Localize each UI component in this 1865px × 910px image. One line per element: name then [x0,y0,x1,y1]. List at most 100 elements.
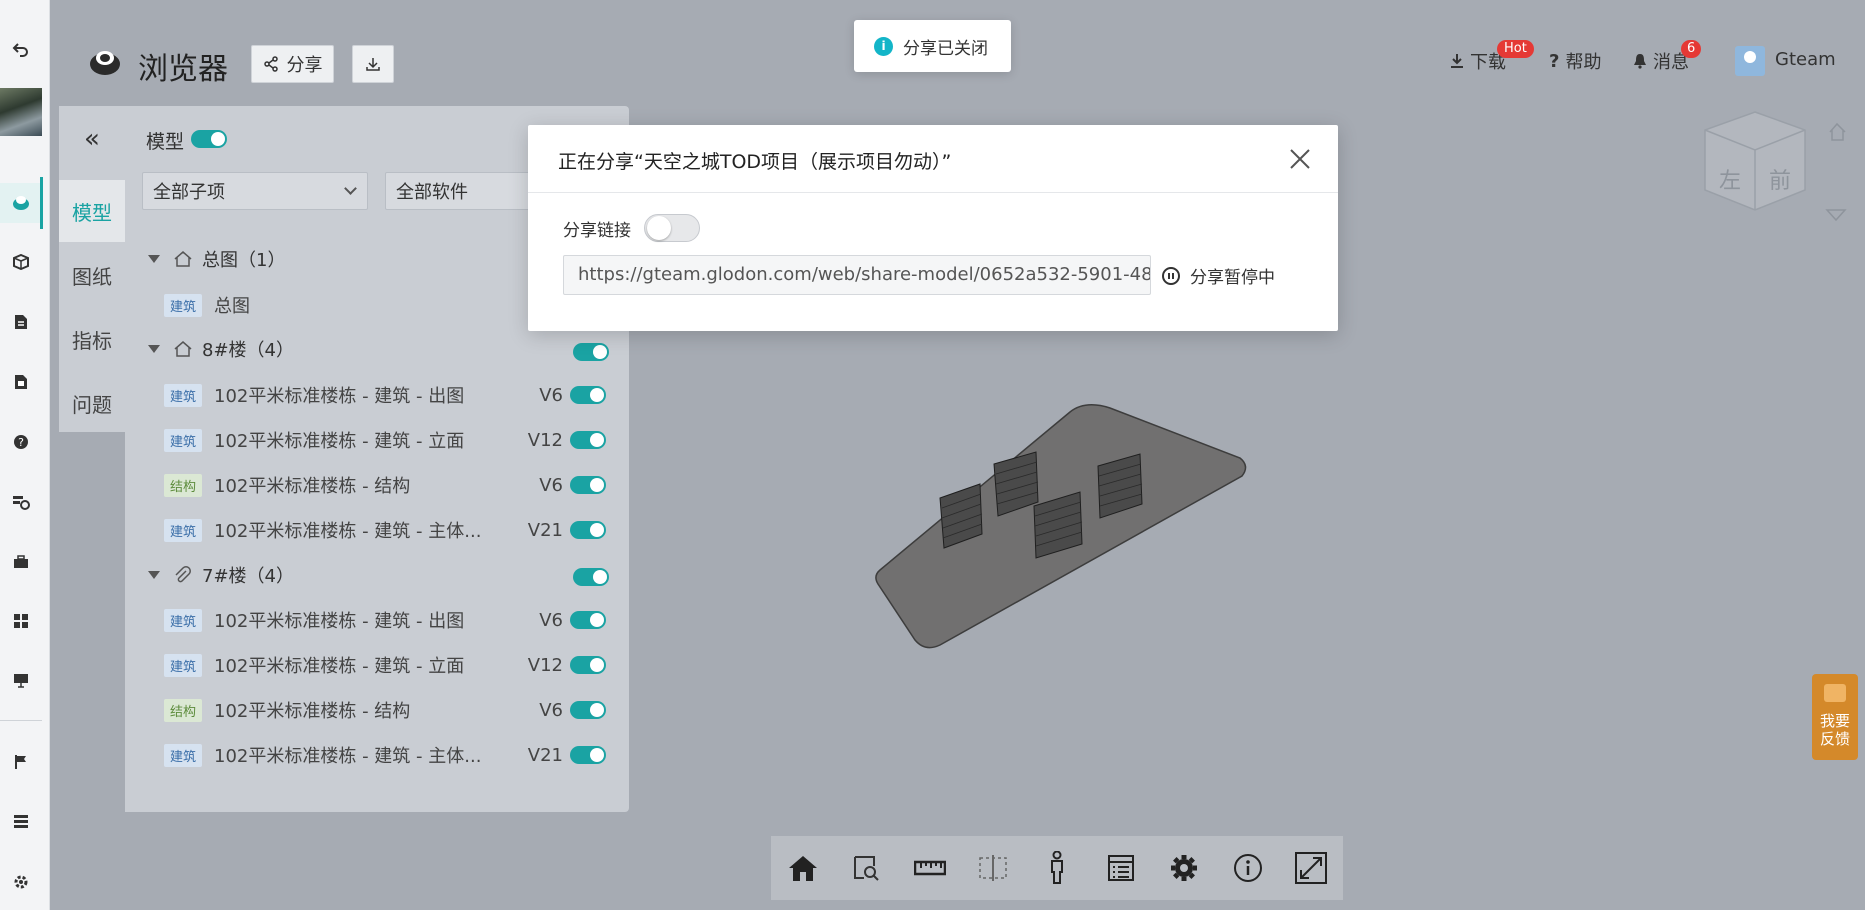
cube-menu-icon[interactable] [1825,209,1847,222]
hot-badge: Hot [1497,40,1534,58]
properties-list-icon[interactable] [1101,848,1141,888]
dialog-title: 正在分享“天空之城TOD项目（展示项目勿动）” [558,151,952,173]
model-name: 102平米标准楼栋 - 建筑 - 主体... [214,521,482,542]
presentation-nav-icon[interactable] [0,660,42,700]
row-toggle[interactable] [570,386,606,404]
toast-message: 分享已关闭 [903,38,988,59]
model-name: 102平米标准楼栋 - 建筑 - 主体... [214,746,482,767]
browser-nav-icon[interactable] [0,183,42,223]
row-toggle[interactable] [570,431,606,449]
settings-list-nav-icon[interactable] [0,482,42,522]
subitem-select-value: 全部子项 [153,182,225,203]
pause-icon [1162,266,1180,285]
row-toggle[interactable] [570,701,606,719]
share-icon [263,56,278,72]
group-header[interactable]: 总图（1） [148,244,285,274]
software-select[interactable]: 全部软件 [385,172,535,210]
version-label: V6 [539,474,563,496]
tab-model[interactable]: 模型 [59,180,125,242]
section-plane-icon[interactable] [973,848,1013,888]
subitem-select[interactable]: 全部子项 [142,172,368,210]
model-name: 102平米标准楼栋 - 建筑 - 出图 [214,611,465,632]
group-toggle[interactable] [573,343,609,361]
share-url-field[interactable]: https://gteam.glodon.com/web/share-model… [563,255,1151,295]
fullscreen-icon[interactable] [1291,848,1331,888]
gear-icon[interactable] [1164,848,1204,888]
zoom-region-icon[interactable] [846,848,886,888]
caret-down-icon [148,571,160,579]
dashboard-nav-icon[interactable] [0,601,42,641]
discipline-tag: 建筑 [164,518,203,542]
question-nav-icon[interactable]: ? [0,422,42,462]
cube-nav-icon[interactable] [0,242,42,282]
list-item[interactable]: 建筑 102平米标准楼栋 - 建筑 - 主体... V21 [164,515,609,545]
back-icon[interactable] [0,30,42,70]
bell-icon [1634,54,1646,69]
software-select-value: 全部软件 [396,182,468,203]
row-toggle[interactable] [570,476,606,494]
list-item[interactable]: 建筑 102平米标准楼栋 - 建筑 - 主体... V21 [164,740,609,770]
home-icon[interactable] [783,848,823,888]
messages-badge: 6 [1681,40,1702,58]
group-name: 7#楼（4） [202,566,294,587]
list-item[interactable]: 建筑 102平米标准楼栋 - 建筑 - 出图 V6 [164,380,609,410]
caret-down-icon [148,345,160,353]
gear-nav-icon[interactable] [0,862,42,902]
brand-logo-icon [90,51,120,75]
version-label: V6 [539,699,563,721]
dialog-header: 正在分享“天空之城TOD项目（展示项目勿动）” [528,125,1338,193]
list-item[interactable]: 结构 102平米标准楼栋 - 结构 V6 [164,695,609,725]
help-link[interactable]: ? 帮助 [1549,48,1601,74]
row-toggle[interactable] [570,521,606,539]
model-name: 102平米标准楼栋 - 结构 [214,476,411,497]
view-cube[interactable]: 左 前 [1695,110,1855,230]
info-icon[interactable] [1228,848,1268,888]
project-thumbnail[interactable] [0,88,42,136]
version-label: V12 [527,429,563,451]
list-item[interactable]: 建筑 102平米标准楼栋 - 建筑 - 立面 V12 [164,425,609,455]
discipline-tag: 建筑 [164,608,203,632]
share-paused-status: 分享暂停中 [1162,263,1275,288]
row-toggle[interactable] [570,611,606,629]
group-header[interactable]: 7#楼（4） [148,560,294,590]
tab-metrics[interactable]: 指标 [59,308,125,370]
version-label: V21 [527,519,563,541]
version-label: V21 [527,744,563,766]
share-link-toggle[interactable] [644,214,700,242]
group-toggle[interactable] [573,568,609,586]
group-header[interactable]: 8#楼（4） [148,334,294,364]
share-button-label: 分享 [286,55,323,76]
feedback-button[interactable]: 我要 反馈 [1812,674,1858,760]
row-toggle[interactable] [570,656,606,674]
model-label: 模型 [146,131,185,153]
flag-nav-icon[interactable] [0,742,42,782]
list-item[interactable]: 结构 102平米标准楼栋 - 结构 V6 [164,470,609,500]
briefcase-nav-icon[interactable] [0,542,42,582]
list-item[interactable]: 建筑 102平米标准楼栋 - 建筑 - 出图 V6 [164,605,609,635]
list-nav-icon[interactable] [0,802,42,842]
document-nav-icon[interactable] [0,302,42,342]
discipline-tag: 结构 [164,473,203,497]
discipline-tag: 建筑 [164,383,203,407]
tab-issues[interactable]: 问题 [59,372,125,434]
side-tabs: « 模型 图纸 指标 问题 [59,106,125,432]
model-viewport[interactable] [870,400,1250,660]
file-nav-icon[interactable] [0,362,42,402]
tab-drawings[interactable]: 图纸 [59,244,125,306]
row-toggle[interactable] [570,746,606,764]
share-button[interactable]: 分享 [251,45,334,83]
share-link-label: 分享链接 [563,221,631,241]
close-icon[interactable] [1288,147,1312,171]
page-title: 浏览器 [138,52,228,87]
avatar[interactable] [1735,46,1765,76]
measure-ruler-icon[interactable] [910,848,950,888]
model-toggle[interactable] [191,130,227,148]
home-view-icon[interactable] [1829,122,1846,141]
collapse-panel-icon[interactable]: « [59,106,125,172]
user-name[interactable]: Gteam [1775,49,1836,70]
person-walk-icon[interactable] [1037,848,1077,888]
info-circle-icon: i [874,36,893,56]
download-icon [366,58,380,71]
export-button[interactable] [352,45,394,83]
list-item[interactable]: 建筑 102平米标准楼栋 - 建筑 - 立面 V12 [164,650,609,680]
